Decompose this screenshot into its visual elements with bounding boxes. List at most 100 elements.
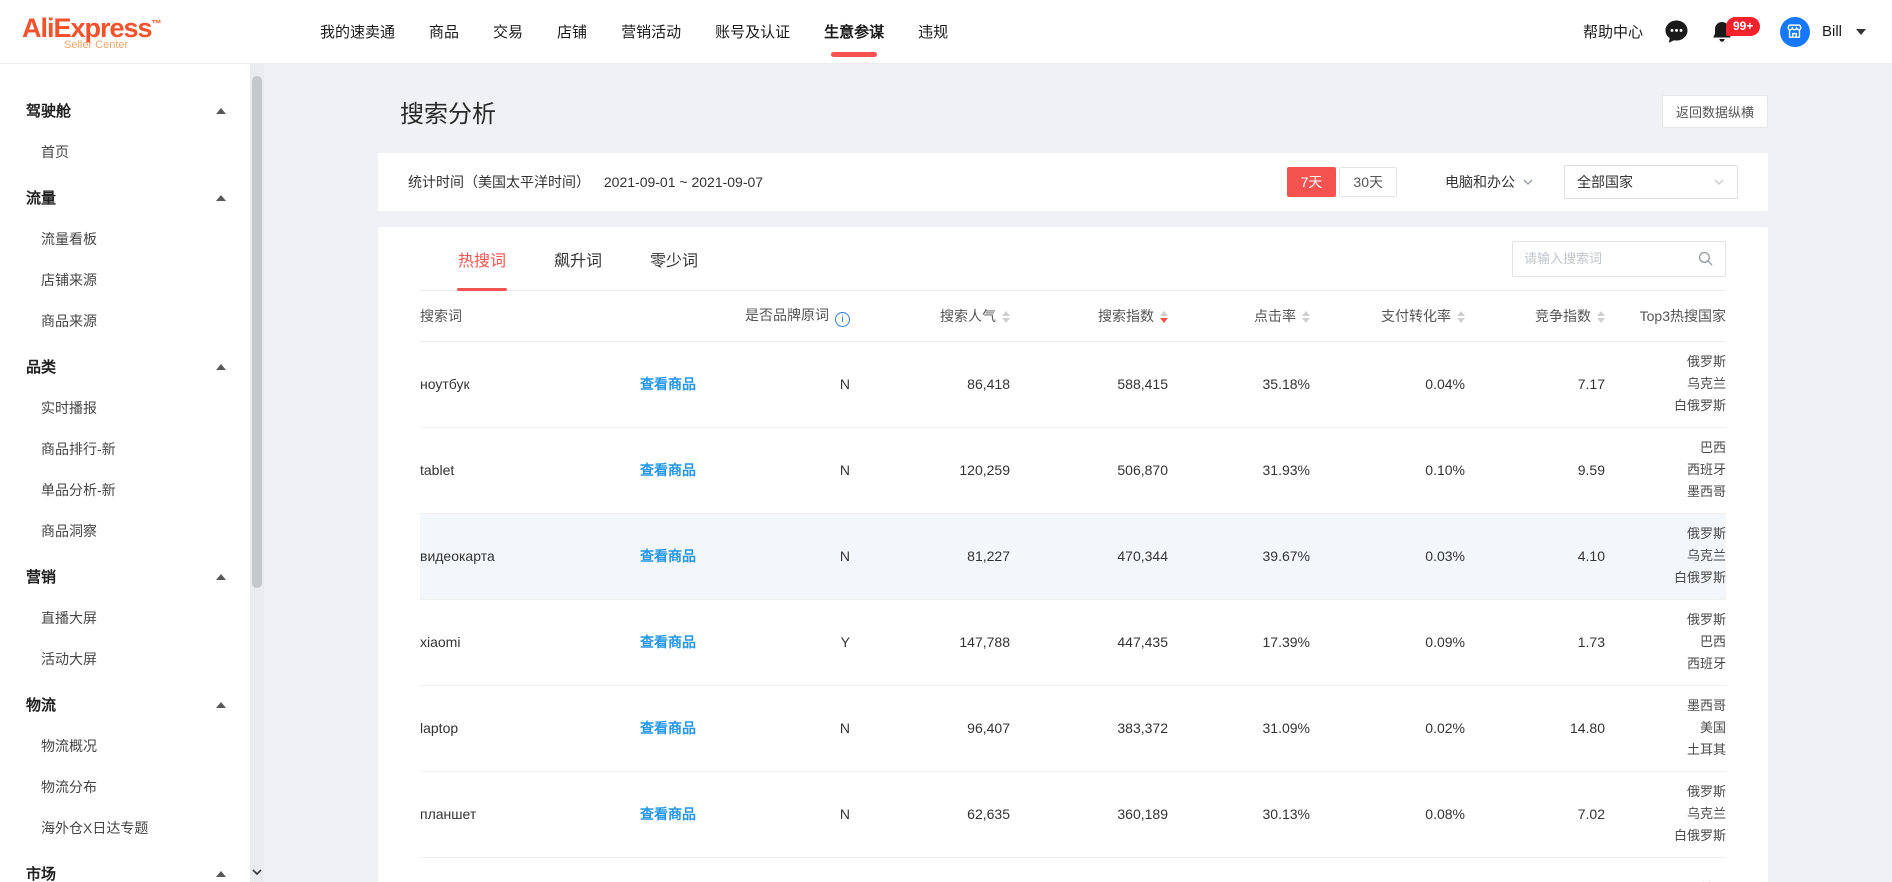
sort-icon[interactable]	[1597, 311, 1605, 324]
sidebar-item[interactable]: 单品分析-新	[26, 480, 250, 500]
search-term-cell: планшет	[420, 771, 640, 858]
sidebar-section-title[interactable]: 驾驶舱	[26, 100, 250, 121]
sidebar-item[interactable]: 商品来源	[26, 311, 250, 331]
sort-down-caret	[1002, 318, 1010, 324]
sidebar-section-title[interactable]: 流量	[26, 187, 250, 208]
column-header-popularity[interactable]: 搜索人气	[850, 291, 1010, 342]
table-row: ноутбук 查看商品 N 86,418 588,415 35.18% 0.04% 7.17…	[420, 341, 1726, 428]
view-products-link[interactable]: 查看商品	[640, 806, 696, 822]
collapse-up-icon	[216, 573, 226, 580]
nav-item[interactable]: 违规	[918, 0, 948, 64]
scrollbar-down-arrow-icon[interactable]	[250, 864, 264, 880]
search-index-cell: 588,415	[1010, 341, 1168, 428]
info-icon[interactable]: i	[835, 311, 850, 327]
sidebar-item[interactable]: 实时播报	[26, 398, 250, 418]
sidebar-section-title[interactable]: 营销	[26, 566, 250, 587]
view-products-link[interactable]: 查看商品	[640, 548, 696, 564]
sidebar-scrollbar-thumb[interactable]	[252, 76, 262, 588]
column-header-cvr[interactable]: 支付转化率	[1310, 291, 1465, 342]
conversion-rate-cell: 0.10%	[1310, 427, 1465, 514]
column-label: Top3热搜国家	[1639, 307, 1726, 324]
sidebar-section-title[interactable]: 市场	[26, 863, 250, 882]
search-popularity-cell: 120,259	[850, 427, 1010, 514]
nav-item[interactable]: 生意参谋	[824, 0, 884, 64]
brand-word-cell: N	[720, 771, 850, 858]
view-products-link[interactable]: 查看商品	[640, 634, 696, 650]
table-header-row: 搜索词 是否品牌原词 i 搜索人气 搜索指数 点击率 支付转化率 竞争指数 Top3热搜国家	[420, 291, 1726, 342]
sidebar-item[interactable]: 商品排行-新	[26, 439, 250, 459]
column-label: 竞争指数	[1535, 307, 1591, 324]
conversion-rate-cell: 0.08%	[1310, 771, 1465, 858]
sidebar-section-title[interactable]: 物流	[26, 694, 250, 715]
help-center-link[interactable]: 帮助中心	[1583, 21, 1643, 42]
table-row: xiaomi 查看商品 Y 147,788 447,435 17.39% 0.09% 1.73…	[420, 599, 1726, 686]
column-header-brand[interactable]: 是否品牌原词 i	[720, 291, 850, 342]
search-popularity-cell: 147,788	[850, 599, 1010, 686]
competition-index-cell: 7.17	[1465, 341, 1605, 428]
category-dropdown[interactable]: 电脑和办公	[1445, 172, 1534, 192]
sidebar-item[interactable]: 商品洞察	[26, 521, 250, 541]
sidebar-item[interactable]: 直播大屏	[26, 608, 250, 628]
sidebar-section-title[interactable]: 品类	[26, 356, 250, 377]
country-name: 俄罗斯	[1686, 784, 1726, 799]
sidebar-item[interactable]: 物流概况	[26, 736, 250, 756]
top3-countries-cell: 巴西 西班牙 墨西哥	[1605, 427, 1726, 514]
sort-icon[interactable]	[1457, 311, 1465, 324]
country-name: 白俄罗斯	[1673, 570, 1726, 585]
sort-down-caret	[1302, 318, 1310, 324]
nav-item[interactable]: 商品	[429, 0, 459, 64]
nav-item[interactable]: 店铺	[557, 0, 587, 64]
nav-item[interactable]: 我的速卖通	[320, 0, 395, 64]
search-icon[interactable]	[1697, 250, 1714, 267]
sort-up-caret	[1302, 311, 1310, 317]
tab[interactable]: 热搜词	[458, 227, 506, 291]
column-header-competition[interactable]: 竞争指数	[1465, 291, 1605, 342]
sidebar-item[interactable]: 海外仓X日达专题	[26, 818, 250, 838]
messages-icon[interactable]	[1663, 18, 1690, 45]
column-label: 支付转化率	[1381, 307, 1451, 324]
tab[interactable]: 飙升词	[554, 227, 602, 291]
back-to-data-button[interactable]: 返回数据纵横	[1661, 95, 1768, 128]
sidebar-item[interactable]: 店铺来源	[26, 270, 250, 290]
sort-icon[interactable]	[1002, 311, 1010, 324]
country-name: 俄罗斯	[1686, 354, 1726, 369]
search-term-cell: xiaomi	[420, 599, 640, 686]
sidebar-item[interactable]: 流量看板	[26, 229, 250, 249]
keyword-tabs: 热搜词 飙升词 零少词	[458, 227, 698, 291]
date-range: 2021-09-01 ~ 2021-09-07	[603, 174, 764, 190]
action-cell: 查看商品	[640, 341, 720, 428]
range-button[interactable]: 7天	[1286, 167, 1337, 197]
aliexpress-logo[interactable]: AliExpress™ Seller Center	[22, 12, 172, 52]
user-chevron-down-icon[interactable]	[1856, 28, 1866, 35]
column-header-countries: Top3热搜国家	[1605, 291, 1726, 342]
view-products-link[interactable]: 查看商品	[640, 462, 696, 478]
user-menu[interactable]: Bill	[1822, 23, 1842, 40]
sidebar-item[interactable]: 首页	[26, 142, 250, 162]
view-products-link[interactable]: 查看商品	[640, 720, 696, 736]
sort-icon[interactable]	[1160, 311, 1168, 324]
column-label: 搜索人气	[940, 307, 996, 324]
competition-index-cell: 7.02	[1465, 771, 1605, 858]
nav-item[interactable]: 营销活动	[621, 0, 681, 64]
column-header-ctr[interactable]: 点击率	[1168, 291, 1310, 342]
range-button[interactable]: 30天	[1339, 167, 1397, 197]
notifications-bell-icon[interactable]: 99+	[1710, 16, 1761, 45]
sidebar-item[interactable]: 活动大屏	[26, 649, 250, 669]
search-input[interactable]	[1524, 251, 1697, 266]
top3-countries-cell: 俄罗斯 乌克兰 白俄罗斯	[1605, 341, 1726, 428]
column-label: 点击率	[1254, 307, 1296, 324]
store-avatar[interactable]	[1779, 16, 1810, 47]
conversion-rate-cell: 0.02%	[1310, 685, 1465, 772]
sidebar-item[interactable]: 物流分布	[26, 777, 250, 797]
column-header-index[interactable]: 搜索指数	[1010, 291, 1168, 342]
nav-item[interactable]: 账号及认证	[715, 0, 790, 64]
view-products-link[interactable]: 查看商品	[640, 376, 696, 392]
nav-item[interactable]: 交易	[493, 0, 523, 64]
tab[interactable]: 零少词	[650, 227, 698, 291]
sort-icon[interactable]	[1302, 311, 1310, 324]
country-select[interactable]: 全部国家	[1564, 165, 1738, 199]
top-header: AliExpress™ Seller Center 我的速卖通 商品 交易 店铺 营销活…	[0, 0, 1892, 64]
search-popularity-cell: 50,969	[850, 857, 1010, 882]
sidebar-scrollbar-track[interactable]	[250, 64, 264, 882]
sidebar-section-label: 品类	[26, 359, 57, 376]
